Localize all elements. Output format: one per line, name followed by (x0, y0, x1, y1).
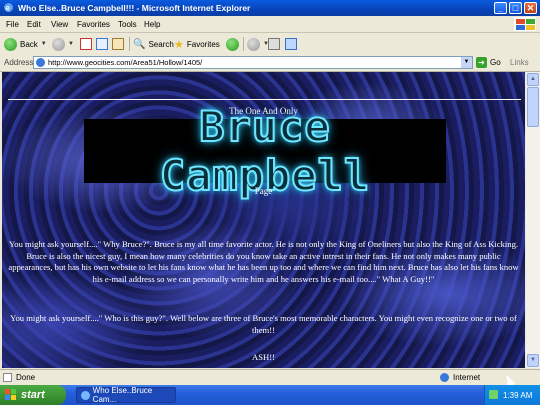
page-icon (36, 58, 45, 67)
start-label: start (21, 389, 45, 401)
system-tray: 1:39 AM (484, 385, 540, 405)
scroll-down-button[interactable]: ▼ (527, 354, 539, 367)
paragraph-ash: ASH!! (252, 352, 275, 362)
page-content[interactable]: The One And Only Bruce Campbell Page You… (2, 72, 525, 368)
toolbar-separator (243, 37, 244, 51)
mail-icon (247, 37, 260, 51)
edit-button[interactable] (285, 36, 297, 52)
menu-view[interactable]: View (51, 20, 68, 29)
paragraph-why-bruce: You might ask yourself...." Why Bruce?".… (8, 239, 519, 284)
refresh-button[interactable] (96, 36, 108, 52)
search-label: Search (148, 39, 174, 49)
internet-explorer-icon (81, 390, 90, 400)
search-icon: 🔍 (133, 38, 146, 50)
taskbar-item-label: Who Else..Bruce Cam... (92, 386, 153, 404)
favorites-button[interactable]: ★ Favorites (174, 36, 220, 52)
print-icon (268, 38, 280, 50)
scroll-up-button[interactable]: ▲ (527, 73, 539, 86)
status-text: Done (16, 373, 36, 382)
vertical-scrollbar[interactable]: ▲ ▼ (526, 72, 540, 368)
paragraph-who-is-this: You might ask yourself...." Who is this … (10, 313, 517, 335)
refresh-icon (96, 38, 108, 50)
taskbar: start Who Else..Bruce Cam... 1:39 AM (0, 385, 540, 405)
menu-edit[interactable]: Edit (27, 20, 41, 29)
stop-button[interactable] (80, 36, 92, 52)
window-title: Who Else..Bruce Campbell!!! - Microsoft … (18, 3, 251, 13)
address-url: http://www.geocities.com/Area51/Hollow/1… (48, 58, 203, 67)
menu-file[interactable]: File (6, 20, 19, 29)
media-icon (226, 37, 239, 51)
taskbar-item-ie[interactable]: Who Else..Bruce Cam... (76, 386, 176, 404)
bruce-campbell-logo: Bruce Campbell (84, 101, 446, 201)
address-bar: Address http://www.geocities.com/Area51/… (0, 55, 540, 72)
clock[interactable]: 1:39 AM (503, 391, 532, 400)
close-button[interactable]: ✕ (524, 2, 537, 14)
home-icon (112, 38, 124, 50)
forward-arrow-icon (52, 37, 65, 51)
internet-zone-icon (440, 373, 449, 382)
svg-text:e: e (6, 4, 11, 13)
toolbar-separator (129, 37, 130, 51)
page-subtitle: Page (254, 186, 273, 196)
links-button[interactable]: Links (510, 58, 529, 67)
chevron-down-icon[interactable]: ▼ (68, 41, 74, 47)
forward-button[interactable]: ▼ (52, 36, 74, 52)
search-button[interactable]: 🔍 Search (133, 36, 174, 52)
star-icon: ★ (174, 38, 184, 51)
page-done-icon (3, 373, 12, 382)
horizontal-rule (8, 99, 521, 100)
back-label: Back (20, 39, 38, 49)
maximize-button[interactable]: □ (509, 2, 522, 14)
internet-explorer-icon: e (4, 3, 13, 13)
zone-label: Internet (453, 373, 481, 382)
title-bar[interactable]: e Who Else..Bruce Campbell!!! - Microsof… (0, 0, 540, 16)
menu-favorites[interactable]: Favorites (77, 20, 110, 29)
menu-help[interactable]: Help (144, 20, 160, 29)
menu-bar: File Edit View Favorites Tools Help (0, 16, 540, 33)
chevron-down-icon[interactable]: ▼ (41, 41, 47, 47)
home-button[interactable] (112, 36, 124, 52)
go-button[interactable]: ➜ Go (476, 57, 501, 68)
favorites-label: Favorites (186, 39, 220, 49)
print-button[interactable] (268, 36, 280, 52)
go-arrow-icon: ➜ (476, 57, 487, 68)
address-input[interactable]: http://www.geocities.com/Area51/Hollow/1… (33, 56, 473, 69)
security-zone: Internet (440, 373, 480, 382)
minimize-button[interactable]: _ (494, 2, 507, 14)
address-label: Address (4, 58, 34, 67)
start-button[interactable]: start (0, 385, 66, 405)
windows-logo-icon (514, 17, 536, 31)
stop-icon (80, 38, 92, 50)
scroll-thumb[interactable] (527, 87, 539, 127)
toolbar: Back ▼ ▼ 🔍 Search ★ Favorites ▼ (0, 33, 540, 56)
mail-button[interactable]: ▼ (247, 36, 269, 52)
menu-tools[interactable]: Tools (118, 20, 137, 29)
back-button[interactable]: Back ▼ (4, 36, 47, 52)
status-bar: Done Internet (0, 369, 540, 385)
media-button[interactable] (226, 36, 239, 52)
back-arrow-icon (4, 37, 17, 51)
network-icon[interactable] (489, 390, 498, 399)
windows-flag-icon (5, 389, 17, 401)
chevron-down-icon[interactable]: ▼ (461, 57, 472, 68)
go-label: Go (490, 58, 501, 67)
edit-page-icon (285, 38, 297, 50)
